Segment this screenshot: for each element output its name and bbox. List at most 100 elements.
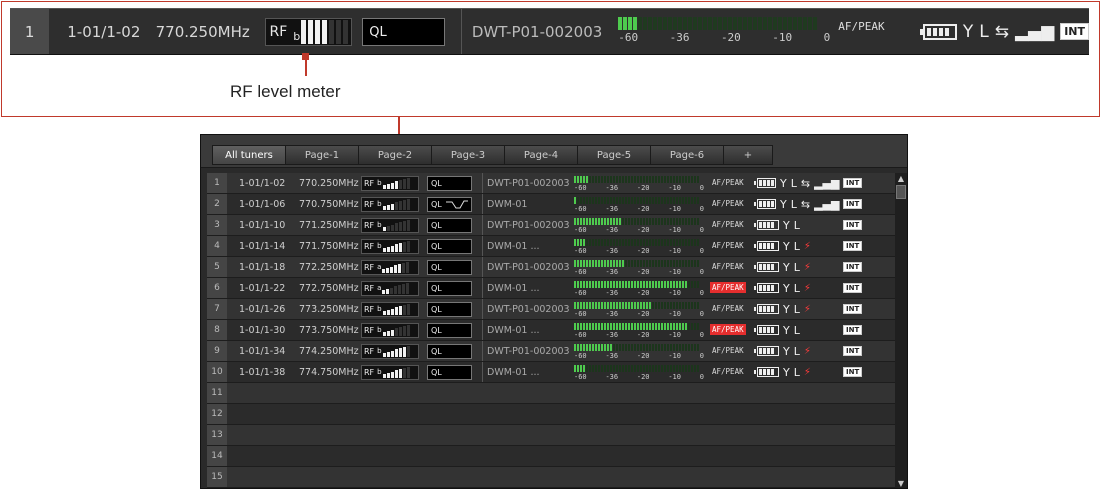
af-bar-segment [661, 364, 663, 372]
af-bar-segment [619, 364, 621, 372]
rf-bar-segment [390, 182, 394, 189]
af-bar-segment [694, 280, 696, 288]
table-row[interactable]: 13 [207, 425, 895, 446]
table-row[interactable]: 4 1-01/1-14 771.750MHz RF b QL DWM-01 ... -60 -3… [207, 236, 895, 257]
rf-label: RF [364, 346, 375, 356]
af-bar-segment [670, 217, 672, 225]
row-number: 13 [207, 425, 227, 445]
tab-all-tuners[interactable]: All tuners [212, 145, 285, 165]
af-bar-segment [655, 322, 657, 330]
rf-bar-segment [394, 286, 398, 294]
frequency: 773.750MHz [299, 324, 359, 336]
scroll-up-icon[interactable]: ▲ [895, 173, 907, 185]
af-bar-segment [664, 217, 666, 225]
row-number: 8 [207, 320, 227, 340]
scroll-down-icon[interactable]: ▼ [895, 478, 907, 488]
af-scale-tick: -36 [605, 351, 619, 360]
signal-icon: ▂▄▆ [814, 197, 840, 211]
af-bar-segment [685, 322, 687, 330]
af-bar-segment [598, 280, 600, 288]
tab-page-3[interactable]: Page-3 [431, 145, 504, 165]
diversity-icon: L [793, 302, 800, 316]
antenna-icon: Y [780, 197, 787, 211]
table-row[interactable]: 14 [207, 446, 895, 467]
af-bar-segment [577, 217, 579, 225]
af-bar-segment [604, 301, 606, 309]
af-bar-segment [625, 217, 627, 225]
tab-page-5[interactable]: Page-5 [577, 145, 650, 165]
scroll-thumb[interactable] [896, 185, 906, 199]
af-bar-segment [673, 364, 675, 372]
table-row[interactable]: 3 1-01/1-10 771.250MHz RF b QL DWT-P01-002003-… [207, 215, 895, 236]
af-bar-segment [613, 196, 615, 204]
af-bar-segment [631, 280, 633, 288]
int-badge: INT [1060, 23, 1090, 40]
af-bar-segment [658, 259, 660, 267]
af-bar-segment [682, 301, 684, 309]
af-bar-segment [637, 301, 639, 309]
rf-bar-segment [394, 328, 398, 336]
af-bar-segment [622, 175, 624, 183]
table-row[interactable]: 6 1-01/1-22 772.750MHz RF a QL DWM-01 ... -60 -3… [207, 278, 895, 299]
int-badge: INT [843, 346, 863, 356]
af-bar-segment [688, 238, 690, 246]
table-row[interactable]: 10 1-01/1-38 774.750MHz RF b QL DWM-01 ... -60-… [207, 362, 895, 383]
af-bar-segment [589, 364, 591, 372]
tab-add[interactable]: + [723, 145, 773, 165]
af-bar-segment [655, 175, 657, 183]
af-scale-tick: -60 [574, 288, 587, 297]
table-row[interactable]: 11 [207, 383, 895, 404]
vertical-scrollbar[interactable]: ▲ ▼ [895, 173, 907, 488]
af-bar-segment [580, 238, 582, 246]
af-bar-segment [628, 364, 630, 372]
af-bar-segment [685, 196, 687, 204]
af-scale-tick: -60 [574, 246, 587, 255]
af-bar-segment [583, 280, 585, 288]
table-row[interactable]: 15 [207, 467, 895, 488]
af-bar-segment [655, 301, 657, 309]
af-bar-segment [601, 259, 603, 267]
af-bar-segment [574, 238, 576, 246]
af-bar-segment [667, 343, 669, 351]
table-row[interactable]: 2 1-01/1-06 770.750MHz RF b QL DWM-01 -60 -36 -20… [207, 194, 895, 215]
battery-icon [754, 241, 779, 251]
table-row[interactable]: 5 1-01/1-18 772.250MHz RF a QL DWT-P01-002003-… [207, 257, 895, 278]
af-bar-segment [631, 343, 633, 351]
af-scale-tick: 0 [699, 351, 704, 360]
af-scale: -60 -36 -20 -10 0 [574, 310, 704, 318]
af-bar-segment [633, 16, 638, 30]
af-scale-tick: 0 [823, 30, 831, 44]
af-bar-segment [667, 238, 669, 246]
af-bar-segment [655, 364, 657, 372]
table-row[interactable]: 8 1-01/1-30 773.750MHz RF b QL DWM-01 ... -60 -3… [207, 320, 895, 341]
tab-page-4[interactable]: Page-4 [504, 145, 577, 165]
af-bar-segment [663, 16, 668, 30]
af-bar-segment [697, 175, 699, 183]
af-bar-segment [697, 364, 699, 372]
af-bar-segment [803, 16, 808, 30]
af-bar-segment [691, 343, 693, 351]
af-bar-segment [619, 322, 621, 330]
tab-page-1[interactable]: Page-1 [285, 145, 358, 165]
af-bar-segment [583, 343, 585, 351]
af-level-meter: -60 -36 -20 -10 0 AF/PEAK [574, 342, 749, 361]
af-scale-tick: -10 [668, 309, 681, 318]
rf-bar-segment [398, 222, 402, 231]
table-row[interactable]: 1 1-01/1-02 770.250MHz RF b QL DWT-P01-002003-… [207, 173, 895, 194]
table-row[interactable]: 12 [207, 404, 895, 425]
rf-bar-segment [386, 204, 390, 210]
tab-page-6[interactable]: Page-6 [650, 145, 723, 165]
table-row[interactable]: 9 1-01/1-34 774.250MHz RF b QL DWT-P01-002003-… [207, 341, 895, 362]
rf-bar-segment [394, 202, 398, 210]
af-bar-segment [643, 259, 645, 267]
af-bar-segment [658, 280, 660, 288]
table-row[interactable]: 7 1-01/1-26 773.250MHz RF b QL DWT-P01-002003-… [207, 299, 895, 320]
af-scale-tick: -10 [668, 351, 681, 360]
af-scale-tick: 0 [699, 225, 704, 234]
rf-level-bars [382, 177, 410, 189]
af-bar-segment [628, 343, 630, 351]
af-bar-segment [658, 322, 660, 330]
tab-page-2[interactable]: Page-2 [358, 145, 431, 165]
af-bar-segment [580, 259, 582, 267]
af-bar-segment [758, 16, 763, 30]
